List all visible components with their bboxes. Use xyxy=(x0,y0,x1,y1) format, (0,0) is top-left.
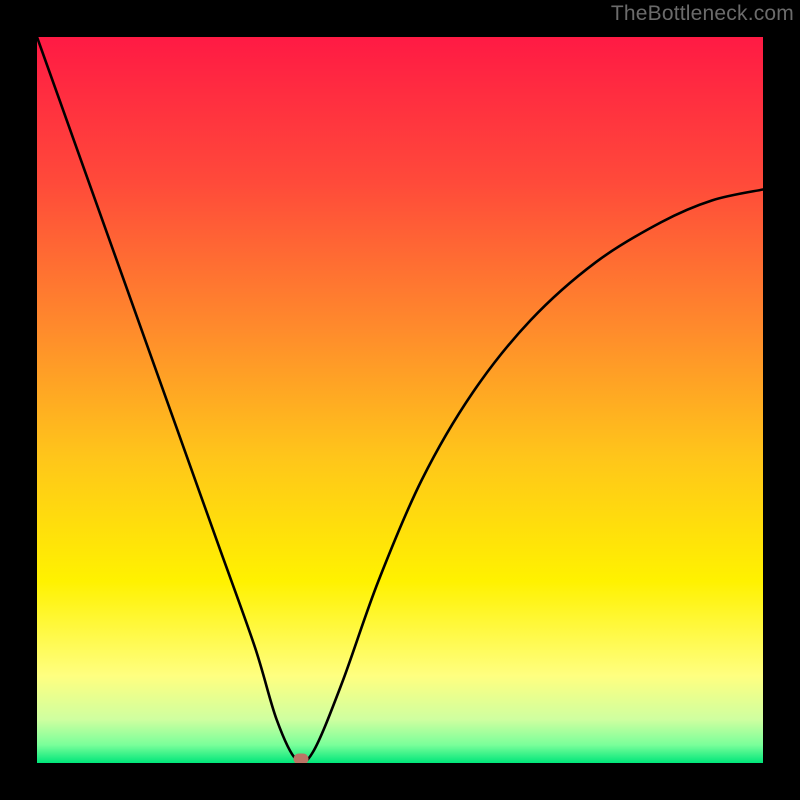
watermark-text: TheBottleneck.com xyxy=(611,2,794,26)
chart-frame: TheBottleneck.com xyxy=(0,0,800,800)
plot-area xyxy=(37,37,763,763)
bottleneck-curve xyxy=(37,37,763,763)
optimal-point-marker xyxy=(294,754,309,763)
